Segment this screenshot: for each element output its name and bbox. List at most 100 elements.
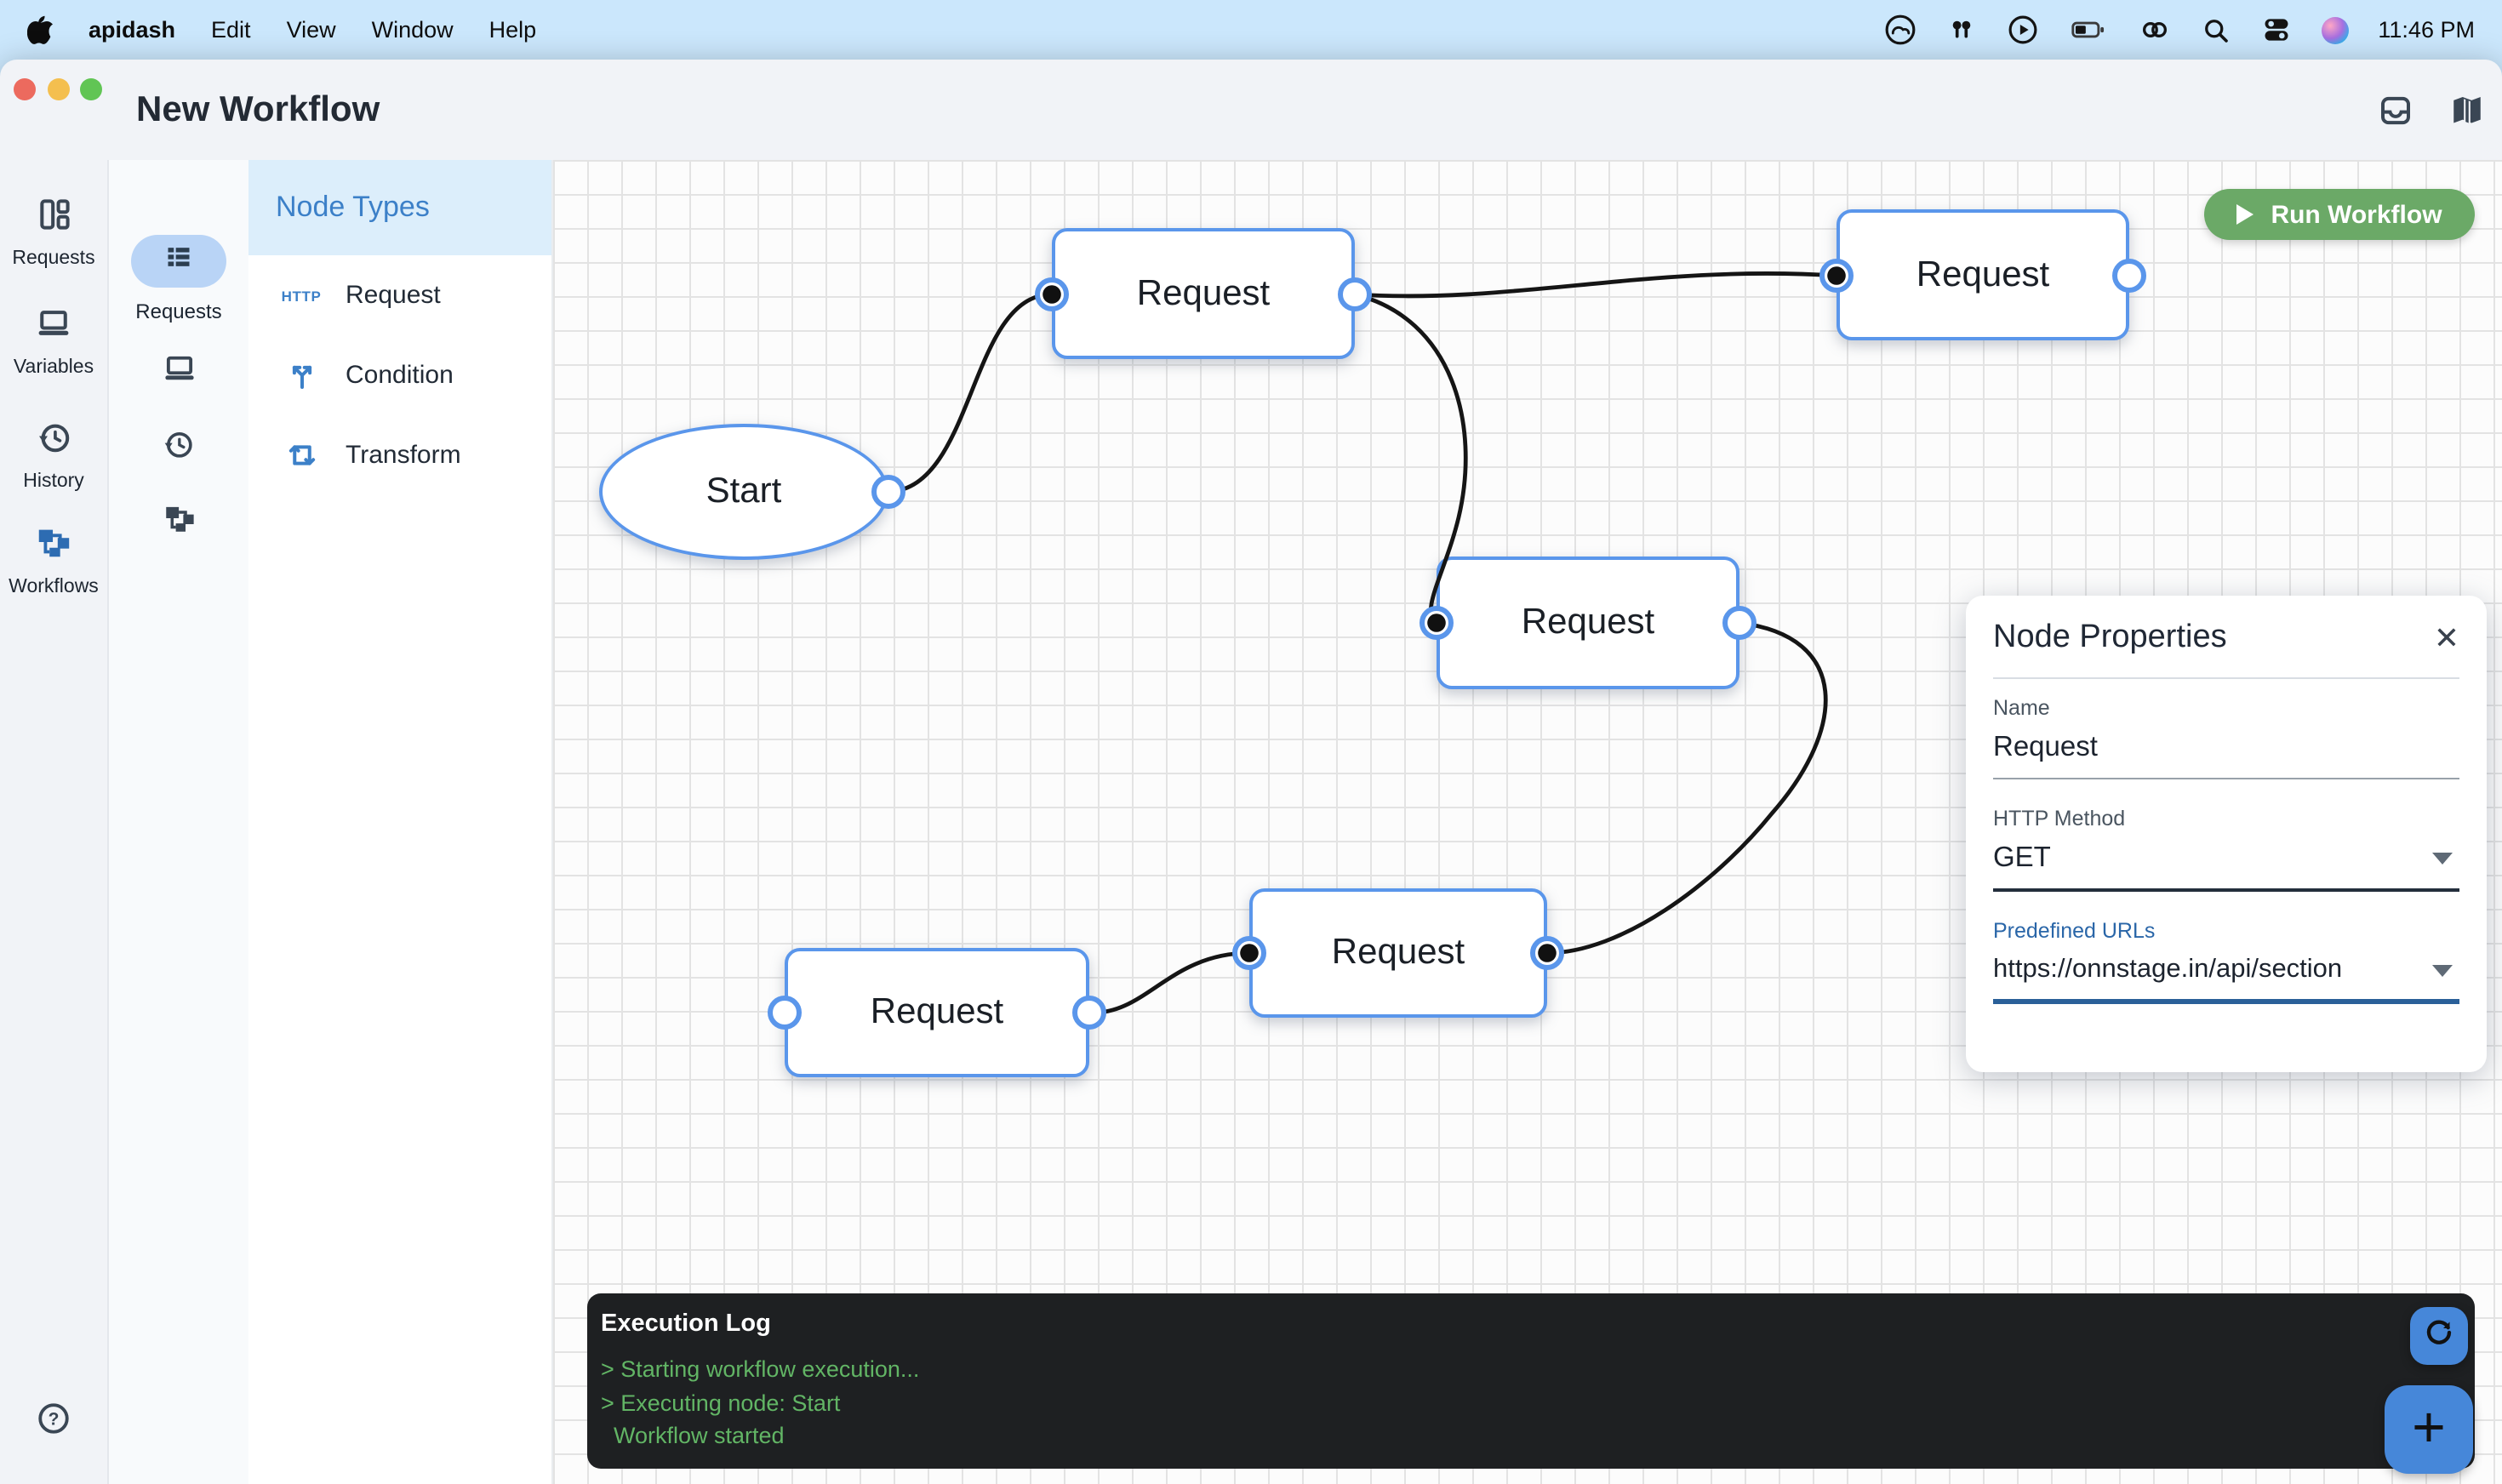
node-type-request[interactable]: HTTP Request (248, 255, 551, 335)
tray-icon[interactable] (2378, 94, 2413, 138)
node-label: Request (1332, 933, 1465, 973)
urls-underline (1993, 999, 2459, 1003)
search-icon[interactable] (2201, 14, 2231, 45)
sidebar-item-requests[interactable]: Requests (0, 196, 107, 269)
window-titlebar: New Workflow (0, 60, 2502, 160)
node-label: Request (1916, 254, 2049, 295)
condition-icon (277, 357, 325, 393)
subrail-workflows-button[interactable] (109, 500, 248, 545)
subrail-history-button[interactable] (109, 427, 248, 470)
menu-edit[interactable]: Edit (211, 17, 251, 43)
chevron-down-icon (2432, 853, 2453, 865)
subrail-item-requests[interactable] (131, 235, 226, 288)
divider (1993, 677, 2459, 679)
apple-menu-icon[interactable] (27, 15, 53, 44)
svg-text:?: ? (49, 1409, 60, 1429)
http-method-value: GET (1993, 842, 2051, 875)
laptop-icon (0, 305, 107, 351)
add-node-button[interactable]: + (2385, 1385, 2473, 1474)
urls-field-label: Predefined URLs (1993, 919, 2459, 943)
name-field-value: Request (1993, 732, 2098, 764)
sidebar-item-variables[interactable]: Variables (0, 305, 107, 378)
execution-log-panel: Execution Log > Starting workflow execut… (587, 1293, 2475, 1469)
nav-rail: Requests Variables History Workflows (0, 160, 109, 1484)
node-type-condition[interactable]: Condition (248, 335, 551, 415)
predefined-urls-value: https://onnstage.in/api/section (1993, 955, 2342, 985)
node-properties-panel: Node Properties ✕ Name Request HTTP Meth… (1966, 596, 2487, 1072)
hotspot-icon[interactable] (2138, 14, 2172, 46)
run-workflow-button[interactable]: Run Workflow (2204, 189, 2475, 240)
transform-icon (277, 437, 325, 473)
creative-cloud-icon[interactable] (1884, 14, 1916, 46)
battery-icon[interactable] (2068, 14, 2109, 46)
control-center-icon[interactable] (2260, 14, 2293, 46)
http-method-select[interactable]: GET (1993, 842, 2459, 875)
page-title: New Workflow (136, 90, 380, 131)
edge-start-to-a (888, 294, 1052, 492)
workflow-icon (161, 500, 197, 545)
node-label: Request (871, 992, 1003, 1033)
play-circle-icon[interactable] (2007, 14, 2039, 46)
requests-grid-icon (0, 196, 107, 242)
properties-title: Node Properties (1993, 619, 2227, 657)
refresh-button[interactable] (2410, 1307, 2468, 1365)
name-field[interactable]: Request (1993, 732, 2459, 764)
log-line: > Starting workflow execution... (601, 1353, 2461, 1386)
log-line: > Executing node: Start (601, 1386, 2461, 1419)
execution-log-title: Execution Log (601, 1310, 2461, 1338)
help-button[interactable]: ? (0, 1401, 107, 1445)
node-label: Request (1137, 273, 1270, 314)
history-icon (0, 419, 107, 465)
zoom-window-button[interactable] (80, 78, 102, 100)
node-start[interactable]: Start (599, 424, 888, 560)
node-request-top-right[interactable]: Request (1837, 209, 2129, 340)
log-line: Workflow started (601, 1419, 2461, 1453)
node-types-title: Node Types (248, 160, 551, 255)
node-request-middle[interactable]: Request (1437, 556, 1739, 689)
name-field-label: Name (1993, 696, 2459, 720)
subrail-item-label: Requests (109, 300, 248, 323)
siri-icon[interactable] (2322, 16, 2349, 43)
edge-a-to-b (1355, 273, 1837, 296)
name-underline (1993, 778, 2459, 779)
menu-help[interactable]: Help (489, 17, 537, 43)
close-window-button[interactable] (14, 78, 36, 100)
node-label: Start (706, 471, 782, 512)
history-icon (162, 427, 196, 470)
subrail-variables-button[interactable] (109, 351, 248, 395)
sidebar-item-workflows[interactable]: Workflows (0, 522, 107, 597)
edge-d-to-e (1089, 953, 1249, 1013)
chevron-down-icon (2432, 964, 2453, 976)
help-icon: ? (36, 1414, 71, 1443)
sub-rail: Requests (109, 160, 248, 1484)
list-icon (162, 240, 196, 283)
map-icon[interactable] (2449, 94, 2485, 138)
airpods-icon[interactable] (1945, 14, 1978, 46)
method-field-label: HTTP Method (1993, 807, 2459, 830)
laptop-icon (161, 351, 197, 395)
node-request-bottom-mid[interactable]: Request (1249, 888, 1547, 1018)
node-types-panel: Node Types HTTP Request Condition Transf… (248, 160, 553, 1484)
menu-clock[interactable]: 11:46 PM (2378, 17, 2475, 43)
menu-view[interactable]: View (287, 17, 336, 43)
predefined-urls-select[interactable]: https://onnstage.in/api/section (1993, 955, 2459, 985)
node-request-top-left[interactable]: Request (1052, 228, 1355, 359)
method-underline (1993, 888, 2459, 892)
minimize-window-button[interactable] (48, 78, 70, 100)
workflow-canvas[interactable]: Start Request Request Request Request Re… (553, 160, 2502, 1484)
app-window: New Workflow Requests (0, 60, 2502, 1484)
node-request-bottom-left[interactable]: Request (785, 948, 1089, 1077)
run-workflow-label: Run Workflow (2271, 200, 2442, 229)
node-label: Request (1522, 602, 1654, 643)
close-icon[interactable]: ✕ (2434, 623, 2459, 654)
menu-bar: apidash Edit View Window Help (0, 0, 2502, 60)
menu-window[interactable]: Window (372, 17, 454, 43)
refresh-icon (2422, 1315, 2456, 1357)
sidebar-item-history[interactable]: History (0, 419, 107, 492)
play-icon (2236, 204, 2254, 225)
menu-app-name[interactable]: apidash (89, 17, 175, 43)
screen: apidash Edit View Window Help (0, 0, 2502, 1484)
workflow-icon (0, 522, 107, 570)
http-icon: HTTP (282, 287, 322, 304)
node-type-transform[interactable]: Transform (248, 415, 551, 495)
